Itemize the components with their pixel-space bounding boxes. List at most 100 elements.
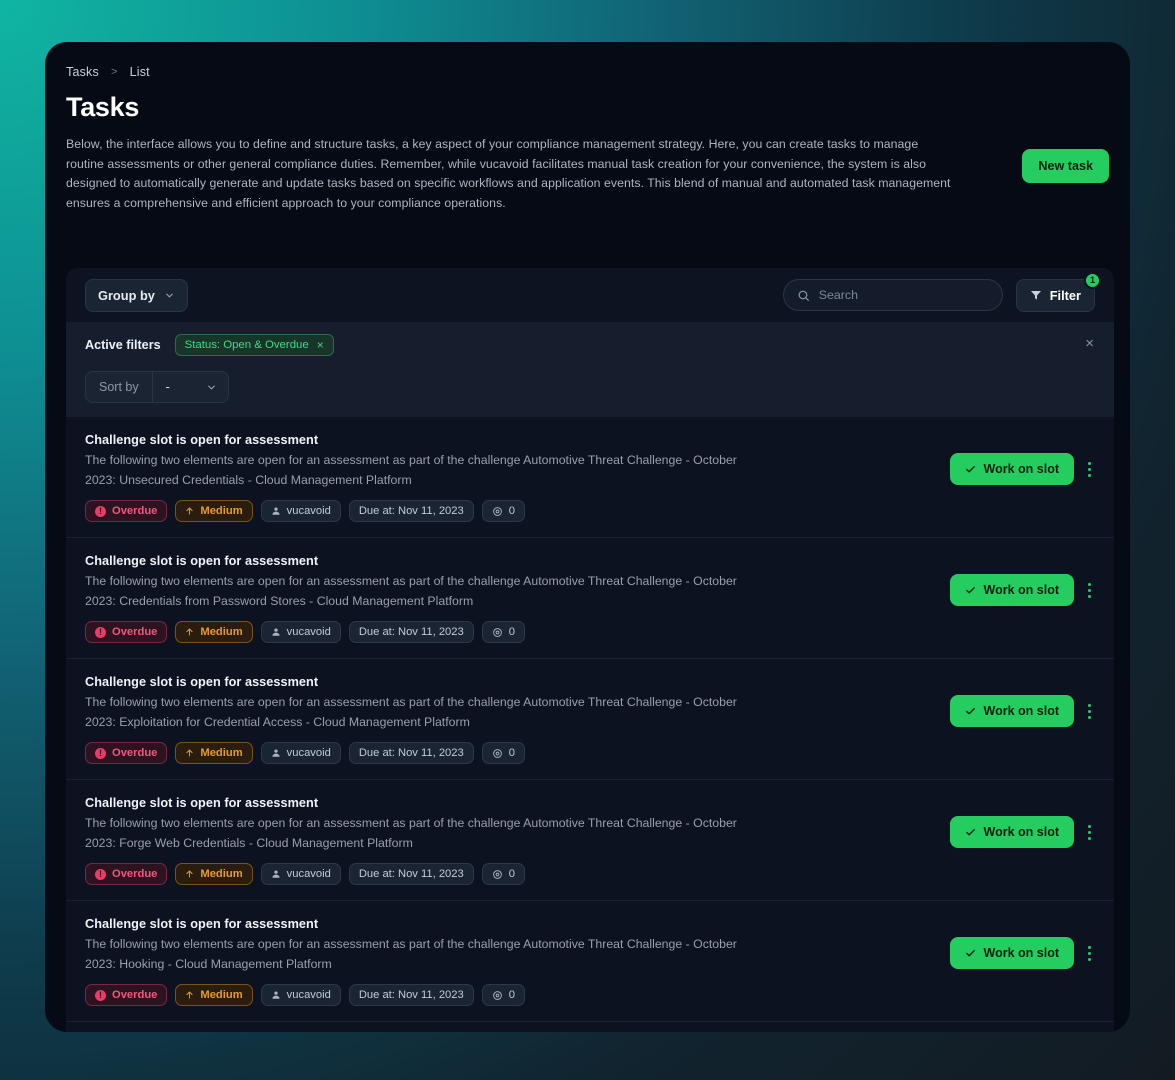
eye-icon	[492, 869, 503, 880]
sort-by-value: -	[165, 380, 170, 394]
user-icon	[271, 506, 281, 516]
task-badges: ! Overdue Medium vucavoid Due at: Nov 11…	[85, 863, 934, 885]
work-on-slot-label: Work on slot	[983, 946, 1059, 960]
work-on-slot-button[interactable]: Work on slot	[949, 453, 1074, 485]
views-badge: 0	[481, 621, 525, 643]
task-title: Challenge slot is open for assessment	[85, 675, 319, 689]
group-by-dropdown[interactable]: Group by	[85, 278, 188, 312]
priority-badge: Medium	[175, 863, 253, 885]
due-date-label: Due at: Nov 11, 2023	[358, 626, 464, 638]
status-badge-label: Overdue	[112, 505, 158, 517]
assignee-name: vucavoid	[286, 626, 331, 638]
user-icon	[271, 748, 281, 758]
more-options-icon[interactable]	[1084, 819, 1095, 846]
sort-by-label: Sort by	[86, 372, 153, 402]
work-on-slot-button[interactable]: Work on slot	[949, 574, 1074, 606]
group-by-label: Group by	[98, 287, 155, 303]
views-count: 0	[508, 989, 515, 1001]
task-list[interactable]: Challenge slot is open for assessment Th…	[66, 417, 1114, 1032]
priority-badge-label: Medium	[200, 868, 243, 880]
user-icon	[271, 990, 281, 1000]
check-icon	[965, 827, 976, 838]
active-filters-band: Active filters Status: Open & Overdue × …	[66, 322, 1114, 417]
chevron-down-icon	[206, 382, 217, 393]
work-on-slot-button[interactable]: Work on slot	[949, 695, 1074, 727]
task-actions: Work on slot	[949, 917, 1095, 969]
priority-badge-label: Medium	[200, 505, 243, 517]
close-icon[interactable]: ×	[317, 339, 324, 351]
breadcrumb-item-list[interactable]: List	[130, 65, 150, 79]
task-row-3[interactable]: Challenge slot is open for assessment Th…	[66, 659, 1114, 780]
more-options-icon[interactable]	[1084, 456, 1095, 483]
status-badge: ! Overdue	[85, 863, 168, 885]
priority-badge-label: Medium	[200, 989, 243, 1001]
priority-badge: Medium	[175, 984, 253, 1006]
views-count: 0	[508, 747, 515, 759]
search-icon	[797, 289, 810, 302]
page-title: Tasks	[66, 92, 140, 122]
user-icon	[271, 869, 281, 879]
filter-button[interactable]: Filter 1	[1015, 271, 1101, 312]
task-row-5[interactable]: Challenge slot is open for assessment Th…	[66, 901, 1114, 1022]
assignee-badge: vucavoid	[260, 863, 341, 885]
tasks-panel: Group by Filter 1	[66, 268, 1114, 1032]
work-on-slot-button[interactable]: Work on slot	[949, 816, 1074, 848]
priority-badge-label: Medium	[200, 626, 243, 638]
filter-chip-status[interactable]: Status: Open & Overdue ×	[174, 334, 334, 356]
filter-icon	[1030, 289, 1042, 301]
assignee-badge: vucavoid	[260, 500, 341, 522]
alert-icon: !	[95, 747, 106, 759]
more-options-icon[interactable]	[1084, 577, 1095, 604]
views-count: 0	[508, 626, 515, 638]
filter-chip-label: Status: Open & Overdue	[184, 339, 309, 351]
views-badge: 0	[481, 500, 525, 522]
task-description: The following two elements are open for …	[85, 574, 737, 608]
arrow-up-icon	[185, 869, 194, 879]
status-badge: ! Overdue	[85, 984, 168, 1006]
eye-icon	[492, 506, 503, 517]
clear-filters-close-icon[interactable]: ×	[1085, 336, 1094, 351]
priority-badge-label: Medium	[200, 747, 243, 759]
search-input[interactable]	[818, 288, 989, 302]
arrow-up-icon	[185, 748, 194, 758]
panel-toolbar: Group by Filter 1	[66, 268, 1114, 322]
status-badge: ! Overdue	[85, 621, 168, 643]
task-description: The following two elements are open for …	[85, 695, 737, 729]
task-main: Challenge slot is open for assessment Th…	[85, 675, 934, 764]
task-main: Challenge slot is open for assessment Th…	[85, 433, 934, 522]
search-box[interactable]	[782, 279, 1003, 311]
task-row-2[interactable]: Challenge slot is open for assessment Th…	[66, 538, 1114, 659]
tasks-app-card: Tasks > List Tasks Below, the interface …	[45, 42, 1130, 1032]
eye-icon	[492, 627, 503, 638]
chevron-down-icon	[164, 290, 175, 301]
work-on-slot-button[interactable]: Work on slot	[949, 937, 1074, 969]
due-date-badge: Due at: Nov 11, 2023	[348, 500, 474, 522]
task-title: Challenge slot is open for assessment	[85, 917, 319, 931]
assignee-name: vucavoid	[286, 505, 331, 517]
status-badge: ! Overdue	[85, 500, 168, 522]
task-row-6[interactable]: Challenge slot is open for assessment Th…	[66, 1022, 1114, 1032]
sort-by-select[interactable]: -	[153, 372, 228, 402]
task-main: Challenge slot is open for assessment Th…	[85, 917, 934, 1006]
alert-icon: !	[95, 626, 106, 638]
new-task-button[interactable]: New task	[1022, 149, 1109, 183]
task-title: Challenge slot is open for assessment	[85, 796, 319, 810]
toolbar-right-group: Filter 1	[782, 271, 1101, 312]
eye-icon	[492, 990, 503, 1001]
views-badge: 0	[481, 984, 525, 1006]
task-main: Challenge slot is open for assessment Th…	[85, 554, 934, 643]
task-row-1[interactable]: Challenge slot is open for assessment Th…	[66, 417, 1114, 538]
check-icon	[965, 948, 976, 959]
more-options-icon[interactable]	[1084, 698, 1095, 725]
more-options-icon[interactable]	[1084, 940, 1095, 967]
due-date-badge: Due at: Nov 11, 2023	[348, 742, 474, 764]
sort-by-control[interactable]: Sort by -	[85, 371, 229, 403]
breadcrumb-separator-icon: >	[110, 66, 118, 78]
breadcrumb-item-tasks[interactable]: Tasks	[66, 65, 99, 79]
status-badge-label: Overdue	[112, 868, 158, 880]
status-badge-label: Overdue	[112, 989, 158, 1001]
work-on-slot-label: Work on slot	[983, 583, 1059, 597]
task-row-4[interactable]: Challenge slot is open for assessment Th…	[66, 780, 1114, 901]
task-description: The following two elements are open for …	[85, 937, 737, 971]
task-actions: Work on slot	[949, 554, 1095, 606]
